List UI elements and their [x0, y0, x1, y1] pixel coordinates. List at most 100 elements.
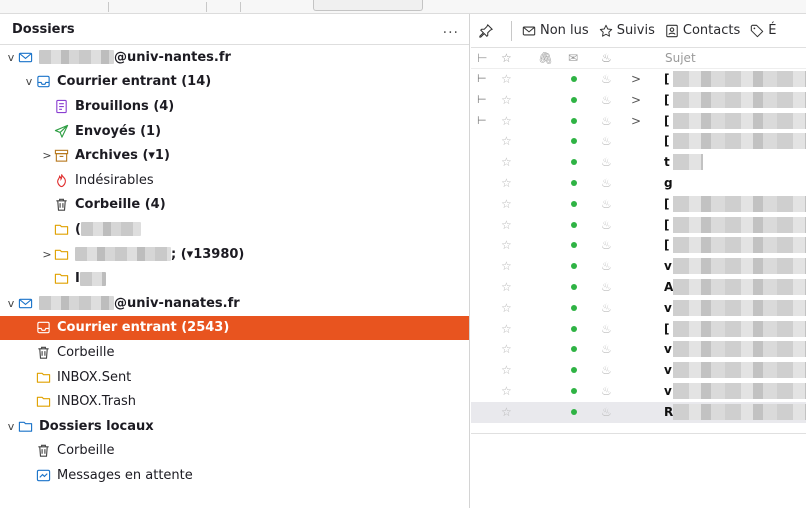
- folder-row[interactable]: I: [0, 266, 469, 291]
- star-icon[interactable]: ☆: [501, 176, 512, 190]
- junk-status-icon[interactable]: ♨: [601, 342, 612, 356]
- toolbar-search-box[interactable]: [313, 0, 423, 11]
- star-icon[interactable]: ☆: [501, 405, 512, 419]
- chevron-right-icon[interactable]: >: [631, 72, 641, 86]
- junk-status-icon[interactable]: ♨: [601, 301, 612, 315]
- unread-dot-icon[interactable]: [571, 387, 577, 394]
- junk-status-icon[interactable]: ♨: [601, 197, 612, 211]
- message-row[interactable]: ☆ ♨ [: [471, 194, 806, 215]
- folder-row[interactable]: Indésirables: [0, 168, 469, 193]
- message-row[interactable]: ☆ ♨ v: [471, 339, 806, 360]
- folder-row[interactable]: Corbeille: [0, 439, 469, 464]
- chevron-right-icon[interactable]: >: [631, 93, 641, 107]
- unread-dot-icon[interactable]: [571, 325, 577, 332]
- filter-button-star[interactable]: Suivis: [599, 23, 655, 38]
- folder-row[interactable]: v @univ-nantes.fr: [0, 45, 469, 70]
- chevron-right-icon[interactable]: >: [40, 149, 54, 162]
- star-icon[interactable]: ☆: [501, 218, 512, 232]
- star-icon[interactable]: ☆: [501, 384, 512, 398]
- star-icon[interactable]: ☆: [501, 93, 512, 107]
- star-icon[interactable]: ☆: [501, 114, 512, 128]
- filter-button-unread[interactable]: Non lus: [522, 23, 589, 38]
- message-row[interactable]: ☆ ♨ R: [471, 401, 806, 423]
- chevron-down-icon[interactable]: v: [4, 297, 18, 310]
- chevron-down-icon[interactable]: v: [4, 420, 18, 433]
- star-icon[interactable]: ☆: [501, 238, 512, 252]
- thread-icon[interactable]: ⊢: [477, 93, 487, 106]
- junk-status-icon[interactable]: ♨: [601, 238, 612, 252]
- unread-dot-icon[interactable]: [571, 221, 577, 228]
- junk-status-icon[interactable]: ♨: [601, 259, 612, 273]
- thread-icon[interactable]: ⊢: [477, 72, 487, 85]
- star-icon[interactable]: ☆: [501, 155, 512, 169]
- message-row[interactable]: ☆ ♨ v: [471, 298, 806, 319]
- folder-row[interactable]: INBOX.Sent: [0, 365, 469, 390]
- folder-row[interactable]: Corbeille (4): [0, 193, 469, 218]
- star-icon[interactable]: ☆: [501, 197, 512, 211]
- folder-row[interactable]: v @univ-nanates.fr: [0, 291, 469, 316]
- unread-dot-icon[interactable]: [571, 117, 577, 124]
- star-icon[interactable]: ☆: [501, 259, 512, 273]
- folder-row[interactable]: INBOX.Trash: [0, 389, 469, 414]
- chevron-right-icon[interactable]: >: [631, 114, 641, 128]
- unread-dot-icon[interactable]: [571, 159, 577, 166]
- junk-status-icon[interactable]: ♨: [601, 218, 612, 232]
- folder-row[interactable]: Brouillons (4): [0, 94, 469, 119]
- message-row[interactable]: ☆ ♨ t: [471, 152, 806, 173]
- filter-button-contact[interactable]: Contacts: [665, 23, 740, 38]
- junk-status-icon[interactable]: ♨: [601, 134, 612, 148]
- message-row[interactable]: ⊢ ☆ ♨ > [: [471, 111, 806, 132]
- star-column-icon[interactable]: ☆: [501, 51, 512, 65]
- star-icon[interactable]: ☆: [501, 280, 512, 294]
- unread-dot-icon[interactable]: [571, 96, 577, 103]
- junk-status-icon[interactable]: ♨: [601, 72, 612, 86]
- folder-row[interactable]: (: [0, 217, 469, 242]
- folder-row[interactable]: > ; (▾13980): [0, 242, 469, 267]
- junk-column-icon[interactable]: ♨: [601, 51, 612, 65]
- junk-status-icon[interactable]: ♨: [601, 93, 612, 107]
- folder-row[interactable]: Envoyés (1): [0, 119, 469, 144]
- chevron-right-icon[interactable]: >: [40, 248, 54, 261]
- message-row[interactable]: ⊢ ☆ ♨ > [: [471, 69, 806, 90]
- star-icon[interactable]: ☆: [501, 322, 512, 336]
- unread-dot-icon[interactable]: [571, 283, 577, 290]
- subject-column-header[interactable]: Sujet: [665, 51, 696, 65]
- folder-row[interactable]: v Dossiers locaux: [0, 414, 469, 439]
- message-row[interactable]: ☆ ♨ v: [471, 360, 806, 381]
- attachment-column-icon[interactable]: 🖇: [538, 51, 553, 65]
- unread-dot-icon[interactable]: [571, 263, 577, 270]
- star-icon[interactable]: ☆: [501, 72, 512, 86]
- junk-status-icon[interactable]: ♨: [601, 114, 612, 128]
- junk-status-icon[interactable]: ♨: [601, 384, 612, 398]
- unread-dot-icon[interactable]: [571, 304, 577, 311]
- unread-dot-icon[interactable]: [571, 179, 577, 186]
- star-icon[interactable]: ☆: [501, 342, 512, 356]
- filter-button-tag[interactable]: É: [750, 23, 776, 38]
- junk-status-icon[interactable]: ♨: [601, 363, 612, 377]
- junk-status-icon[interactable]: ♨: [601, 405, 612, 419]
- unread-dot-icon[interactable]: [571, 408, 577, 415]
- message-row[interactable]: ⊢ ☆ ♨ > [: [471, 90, 806, 111]
- message-row[interactable]: ☆ ♨ [: [471, 215, 806, 236]
- star-icon[interactable]: ☆: [501, 134, 512, 148]
- message-row[interactable]: ☆ ♨ [: [471, 131, 806, 152]
- thread-icon[interactable]: ⊢: [477, 114, 487, 127]
- unread-dot-icon[interactable]: [571, 367, 577, 374]
- thread-column-icon[interactable]: ⊢: [477, 51, 487, 65]
- folder-row[interactable]: Corbeille: [0, 340, 469, 365]
- junk-status-icon[interactable]: ♨: [601, 280, 612, 294]
- message-row[interactable]: ☆ ♨ v: [471, 256, 806, 277]
- message-row[interactable]: ☆ ♨ [: [471, 235, 806, 256]
- unread-dot-icon[interactable]: [571, 76, 577, 82]
- folder-pane-menu-button[interactable]: ...: [443, 21, 459, 37]
- pin-icon[interactable]: [479, 23, 493, 38]
- message-row[interactable]: ☆ ♨ g: [471, 173, 806, 194]
- junk-status-icon[interactable]: ♨: [601, 176, 612, 190]
- chevron-down-icon[interactable]: v: [22, 75, 36, 88]
- folder-row[interactable]: Messages en attente: [0, 463, 469, 488]
- unread-dot-icon[interactable]: [571, 346, 577, 353]
- unread-dot-icon[interactable]: [571, 242, 577, 249]
- folder-row[interactable]: v Courrier entrant (14): [0, 70, 469, 95]
- junk-status-icon[interactable]: ♨: [601, 155, 612, 169]
- star-icon[interactable]: ☆: [501, 301, 512, 315]
